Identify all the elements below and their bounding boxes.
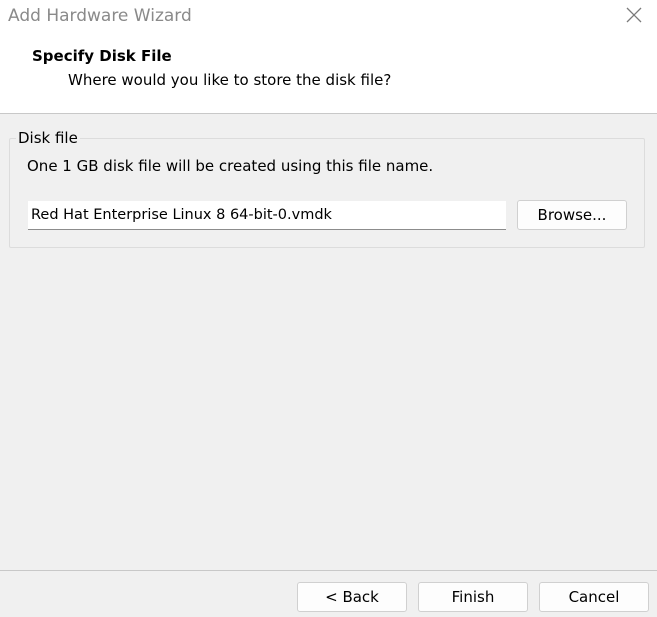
page-title: Specify Disk File (32, 47, 172, 65)
disk-file-name-input[interactable] (28, 201, 506, 230)
disk-file-description: One 1 GB disk file will be created using… (27, 157, 434, 175)
finish-button[interactable]: Finish (418, 582, 528, 612)
close-icon (626, 7, 642, 23)
page-subtitle: Where would you like to store the disk f… (68, 71, 392, 89)
close-button[interactable] (623, 4, 645, 26)
disk-file-groupbox (9, 138, 645, 248)
window-title: Add Hardware Wizard (8, 6, 192, 26)
wizard-header: Specify Disk File Where would you like t… (0, 34, 657, 114)
disk-file-group-label: Disk file (16, 129, 80, 147)
add-hardware-wizard-window: Add Hardware Wizard Specify Disk File Wh… (0, 0, 657, 617)
cancel-button[interactable]: Cancel (539, 582, 649, 612)
back-button[interactable]: < Back (297, 582, 407, 612)
title-bar: Add Hardware Wizard (0, 0, 657, 34)
browse-button[interactable]: Browse... (517, 200, 627, 230)
footer-divider (0, 570, 657, 571)
